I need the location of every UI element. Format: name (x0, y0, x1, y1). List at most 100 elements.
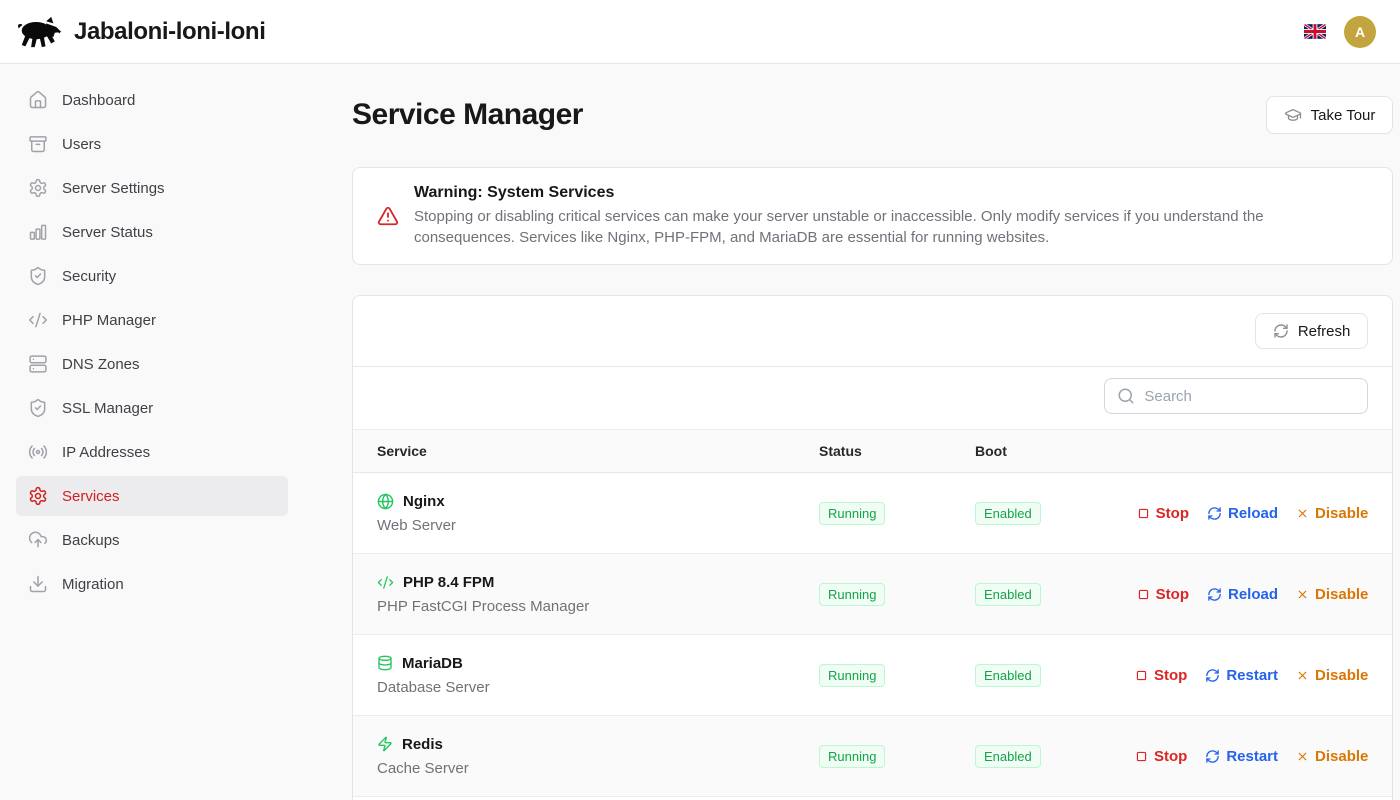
sidebar-item-server-status[interactable]: Server Status (16, 212, 288, 252)
services-toolbar: Refresh (353, 296, 1392, 367)
page-title: Service Manager (352, 98, 583, 132)
disable-button[interactable]: Disable (1296, 586, 1368, 603)
sidebar-item-label: Security (62, 268, 116, 285)
cloud-upload-icon (28, 530, 48, 550)
service-description: PHP FastCGI Process Manager (377, 598, 819, 615)
sidebar-item-ip-addresses[interactable]: IP Addresses (16, 432, 288, 472)
status-badge: Running (819, 502, 885, 525)
stop-icon (1135, 750, 1148, 763)
sidebar-item-dns-zones[interactable]: DNS Zones (16, 344, 288, 384)
download-icon (28, 574, 48, 594)
sidebar-item-services[interactable]: Services (16, 476, 288, 516)
top-bar: Jabaloni-loni-loni A (0, 0, 1400, 64)
bar-chart-icon (28, 222, 48, 242)
refresh-icon (1207, 587, 1222, 602)
action-label: Reload (1228, 505, 1278, 522)
stop-button[interactable]: Stop (1135, 748, 1187, 765)
restart-button[interactable]: Restart (1205, 748, 1278, 765)
shield-check-icon (28, 398, 48, 418)
boot-badge: Enabled (975, 502, 1041, 525)
status-badge: Running (819, 583, 885, 606)
sidebar-item-label: PHP Manager (62, 312, 156, 329)
action-label: Disable (1315, 667, 1368, 684)
zap-icon (377, 736, 393, 752)
home-icon (28, 90, 48, 110)
reload-button[interactable]: Reload (1207, 505, 1278, 522)
sidebar-item-security[interactable]: Security (16, 256, 288, 296)
search-input[interactable] (1144, 388, 1355, 405)
gear-icon (28, 178, 48, 198)
language-flag-icon[interactable] (1304, 24, 1326, 39)
refresh-icon (1205, 668, 1220, 683)
action-label: Stop (1156, 586, 1189, 603)
alert-triangle-icon (377, 205, 399, 227)
restart-button[interactable]: Restart (1205, 667, 1278, 684)
service-description: Web Server (377, 517, 819, 534)
sidebar-item-label: Server Settings (62, 180, 165, 197)
column-header-status: Status (819, 443, 975, 459)
refresh-icon (1205, 749, 1220, 764)
services-card: Refresh Service Status Boot (352, 295, 1393, 800)
sidebar-item-label: IP Addresses (62, 444, 150, 461)
reload-button[interactable]: Reload (1207, 586, 1278, 603)
stop-button[interactable]: Stop (1135, 667, 1187, 684)
sidebar-item-users[interactable]: Users (16, 124, 288, 164)
column-header-service: Service (377, 443, 819, 459)
sidebar-item-label: DNS Zones (62, 356, 140, 373)
sidebar-item-dashboard[interactable]: Dashboard (16, 80, 288, 120)
sidebar-item-label: Users (62, 136, 101, 153)
sidebar-item-migration[interactable]: Migration (16, 564, 288, 604)
refresh-button[interactable]: Refresh (1255, 313, 1369, 349)
globe-icon (377, 493, 394, 510)
stop-button[interactable]: Stop (1137, 586, 1189, 603)
shield-check-icon (28, 266, 48, 286)
x-icon (1296, 507, 1309, 520)
sidebar-item-server-settings[interactable]: Server Settings (16, 168, 288, 208)
sidebar-item-php-manager[interactable]: PHP Manager (16, 300, 288, 340)
take-tour-button[interactable]: Take Tour (1266, 96, 1394, 134)
stop-icon (1137, 507, 1150, 520)
action-label: Stop (1154, 667, 1187, 684)
boot-badge: Enabled (975, 664, 1041, 687)
action-label: Disable (1315, 505, 1368, 522)
main-content: Service Manager Take Tour Warning: Syste… (304, 64, 1400, 800)
table-row-redis: Redis Cache Server Running Enabled Stop … (353, 716, 1392, 797)
app-title: Jabaloni-loni-loni (74, 18, 265, 46)
database-icon (377, 655, 393, 671)
code-icon (28, 310, 48, 330)
column-header-boot: Boot (975, 443, 1135, 459)
action-label: Disable (1315, 748, 1368, 765)
disable-button[interactable]: Disable (1296, 748, 1368, 765)
sidebar-item-label: Server Status (62, 224, 153, 241)
service-name: PHP 8.4 FPM (403, 574, 494, 591)
sidebar-item-label: Backups (62, 532, 120, 549)
x-icon (1296, 750, 1309, 763)
sidebar-item-label: SSL Manager (62, 400, 153, 417)
warning-title: Warning: System Services (414, 184, 1272, 202)
table-row-mariadb: MariaDB Database Server Running Enabled … (353, 635, 1392, 716)
sidebar-item-label: Services (62, 488, 120, 505)
sidebar-item-label: Migration (62, 576, 124, 593)
sidebar: Dashboard Users Server Settings Server S… (0, 64, 304, 800)
service-name: Nginx (403, 493, 445, 510)
sidebar-item-ssl-manager[interactable]: SSL Manager (16, 388, 288, 428)
boot-badge: Enabled (975, 745, 1041, 768)
disable-button[interactable]: Disable (1296, 505, 1368, 522)
action-label: Restart (1226, 748, 1278, 765)
boot-badge: Enabled (975, 583, 1041, 606)
graduation-cap-icon (1284, 106, 1302, 124)
refresh-icon (1207, 506, 1222, 521)
gear-icon (28, 486, 48, 506)
sidebar-item-backups[interactable]: Backups (16, 520, 288, 560)
warning-banner: Warning: System Services Stopping or dis… (352, 167, 1393, 265)
archive-icon (28, 134, 48, 154)
table-row-nginx: Nginx Web Server Running Enabled Stop Re… (353, 473, 1392, 554)
stop-icon (1137, 588, 1150, 601)
disable-button[interactable]: Disable (1296, 667, 1368, 684)
boar-icon (16, 15, 62, 49)
refresh-label: Refresh (1298, 323, 1351, 340)
table-row-php-fpm: PHP 8.4 FPM PHP FastCGI Process Manager … (353, 554, 1392, 635)
status-badge: Running (819, 745, 885, 768)
user-avatar[interactable]: A (1344, 16, 1376, 48)
stop-button[interactable]: Stop (1137, 505, 1189, 522)
